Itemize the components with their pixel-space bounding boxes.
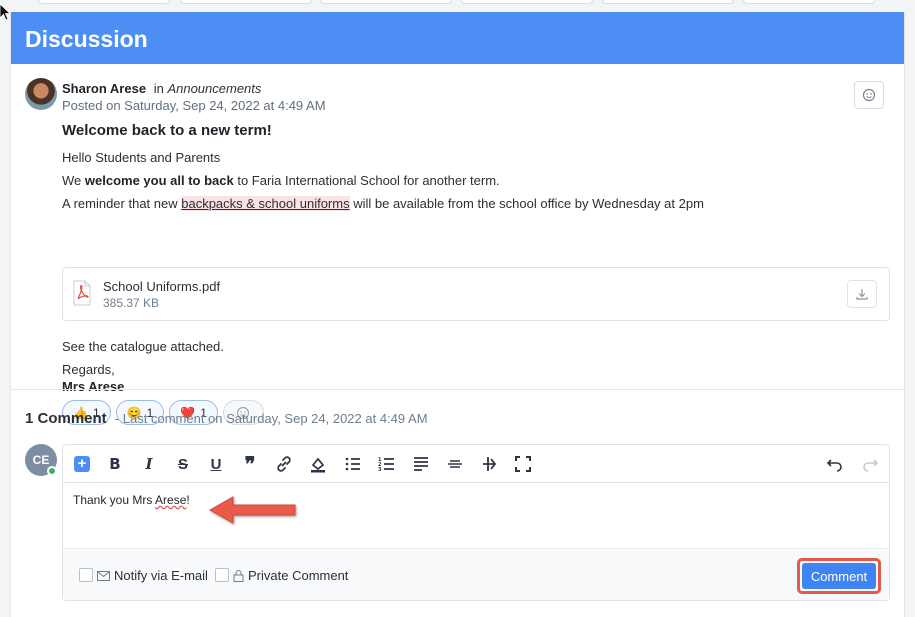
channel-name[interactable]: Announcements	[167, 81, 261, 96]
author-name[interactable]: Sharon Arese	[62, 81, 146, 96]
envelope-icon	[97, 570, 110, 581]
comment-count: 1 Comment	[25, 410, 107, 427]
download-button[interactable]	[847, 280, 877, 308]
text-segment: A reminder that new	[62, 196, 182, 211]
link-icon[interactable]	[274, 454, 294, 474]
highlighted-link[interactable]: backpacks & school uniforms	[181, 196, 350, 211]
redo-icon[interactable]	[860, 454, 880, 474]
bullet-list-icon[interactable]	[343, 454, 363, 474]
post-title: Welcome back to a new term!	[62, 122, 272, 139]
numbered-list-icon[interactable]: 123	[377, 454, 397, 474]
svg-text:3: 3	[378, 467, 382, 473]
top-tab-strip	[0, 0, 915, 12]
panel-header: Discussion	[11, 12, 904, 64]
strikethrough-icon[interactable]: S	[173, 454, 193, 474]
editor-toolbar: + B I S U ❞ 123	[63, 445, 889, 483]
italic-icon[interactable]: I	[139, 454, 159, 474]
last-comment-info: - Last comment on Saturday, Sep 24, 2022…	[114, 411, 428, 426]
comments-header: 1 Comment - Last comment on Saturday, Se…	[25, 410, 428, 427]
mouse-cursor-icon	[0, 4, 10, 21]
top-tab[interactable]	[320, 0, 452, 4]
comment-draft-text: Thank you Mrs Arese!	[73, 493, 190, 507]
post-greeting: Hello Students and Parents	[62, 150, 221, 165]
post-catalogue-note: See the catalogue attached.	[62, 339, 224, 354]
post-signature: Mrs Arese	[62, 379, 125, 394]
quote-icon[interactable]: ❞	[240, 454, 260, 476]
submit-highlight: Comment	[797, 558, 881, 594]
highlight-color-icon[interactable]	[308, 454, 328, 474]
discussion-panel: Discussion Sharon Arese in Announcements…	[10, 12, 905, 617]
add-reaction-button[interactable]	[854, 81, 884, 109]
insert-plus-icon[interactable]: +	[74, 456, 90, 472]
notify-email-checkbox[interactable]	[79, 568, 93, 582]
horizontal-rule-icon[interactable]	[445, 454, 465, 474]
online-status-dot	[47, 466, 57, 476]
comment-text-area[interactable]: Thank you Mrs Arese!	[63, 483, 889, 549]
attachment-name[interactable]: School Uniforms.pdf	[103, 279, 220, 294]
author-line: Sharon Arese in Announcements	[62, 81, 261, 96]
text-segment: will be available from the school office…	[349, 196, 704, 211]
comment-submit-button[interactable]: Comment	[802, 563, 876, 589]
post-regards: Regards,	[62, 362, 115, 377]
top-tab[interactable]	[602, 0, 734, 4]
underline-icon[interactable]: U	[206, 454, 226, 474]
editor-footer: Notify via E-mail Private Comment Commen…	[63, 549, 889, 600]
post-paragraph-welcome: We welcome you all to back to Faria Inte…	[62, 173, 500, 188]
top-tab[interactable]	[38, 0, 170, 4]
top-tab[interactable]	[743, 0, 875, 4]
lock-icon	[233, 569, 244, 582]
align-icon[interactable]	[411, 454, 431, 474]
undo-icon[interactable]	[825, 454, 845, 474]
comment-editor: + B I S U ❞ 123 Thank you Mrs Arese! Not…	[62, 444, 890, 601]
bold-icon[interactable]: B	[105, 454, 125, 474]
special-insert-icon[interactable]	[479, 454, 499, 474]
text-segment: Thank you Mrs	[73, 493, 156, 507]
text-segment: to Faria International School for anothe…	[233, 173, 500, 188]
text-segment: We	[62, 173, 85, 188]
download-icon	[856, 289, 868, 300]
notify-email-label: Notify via E-mail	[114, 568, 208, 583]
pdf-file-icon	[73, 280, 91, 306]
notify-email-option[interactable]: Notify via E-mail	[97, 568, 208, 583]
private-comment-checkbox[interactable]	[215, 568, 229, 582]
attachment-card[interactable]: School Uniforms.pdf 385.37 KB	[62, 267, 890, 321]
author-avatar[interactable]	[25, 78, 57, 110]
fullscreen-icon[interactable]	[513, 454, 533, 474]
post-timestamp: Posted on Saturday, Sep 24, 2022 at 4:49…	[62, 98, 326, 113]
text-segment: !	[186, 493, 190, 507]
in-label: in	[153, 81, 164, 96]
smiley-add-icon	[862, 88, 876, 102]
annotation-arrow-icon	[208, 496, 296, 524]
section-divider	[11, 389, 904, 390]
private-comment-label: Private Comment	[248, 568, 349, 583]
post-paragraph-reminder: A reminder that new backpacks & school u…	[62, 196, 704, 211]
top-tab[interactable]	[180, 0, 312, 4]
top-tab[interactable]	[461, 0, 593, 4]
private-comment-option[interactable]: Private Comment	[233, 568, 348, 583]
bold-text: welcome you all to back	[84, 173, 234, 188]
misspelled-word: Arese	[155, 493, 187, 507]
attachment-size: 385.37 KB	[103, 296, 160, 310]
